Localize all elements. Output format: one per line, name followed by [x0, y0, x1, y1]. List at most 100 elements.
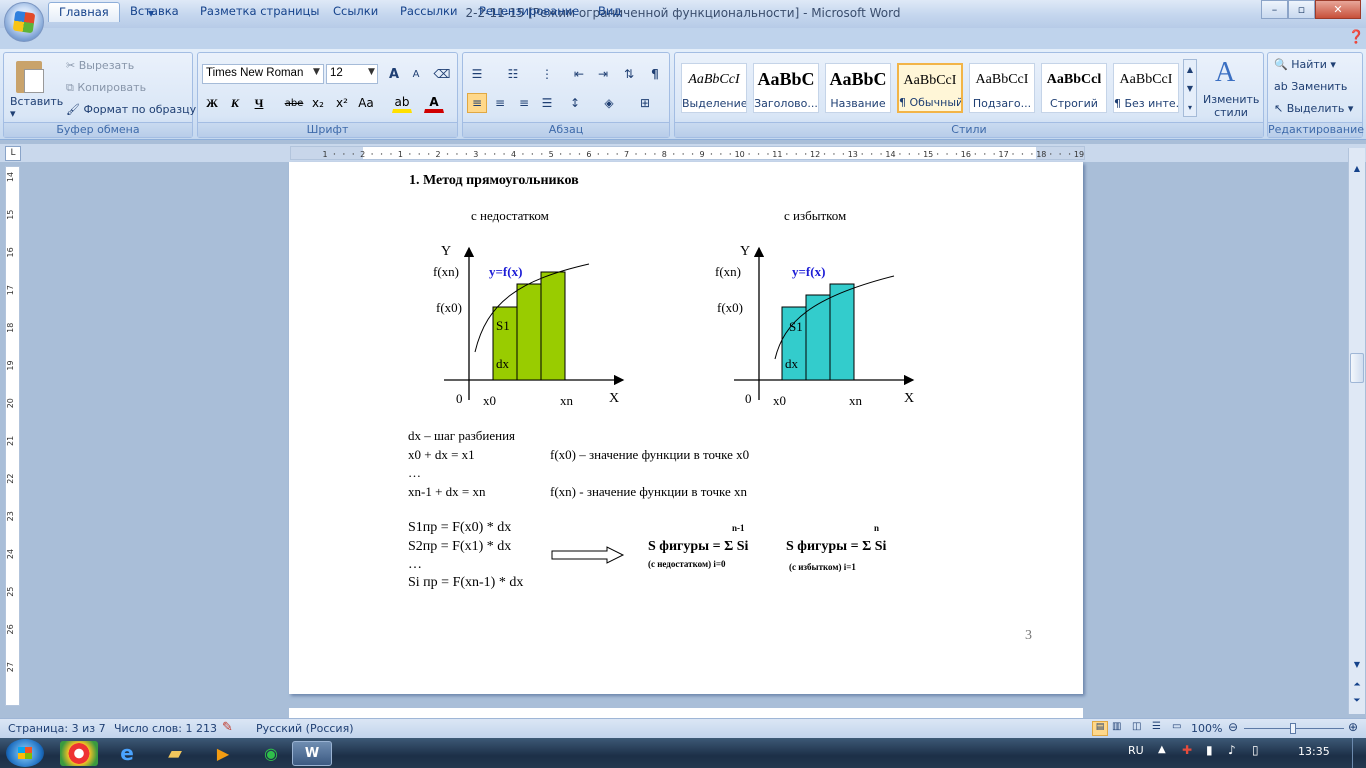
shading-icon[interactable]: ◈	[599, 93, 619, 113]
paste-button[interactable]: Вставить	[10, 95, 63, 108]
office-button[interactable]	[4, 2, 44, 42]
highlight-icon[interactable]: ab	[392, 93, 412, 113]
styles-scroll-icon[interactable]: ▲ ▼ ▾	[1183, 59, 1197, 117]
close-button[interactable]: ✕	[1315, 0, 1361, 19]
show-marks-button[interactable]: ¶	[645, 64, 665, 84]
italic-button[interactable]: К	[225, 93, 245, 113]
zoom-level[interactable]: 100%	[1191, 722, 1222, 735]
network-icon[interactable]: ▮	[1206, 743, 1213, 757]
horizontal-ruler[interactable]: 1 2 1 2 3 4 5 6 7 8 9 10 11 12 13 14 15 16 17 18 19	[290, 146, 1085, 160]
sort-icon[interactable]: ⇅	[619, 64, 639, 84]
word-taskbar-button[interactable]: W	[292, 741, 332, 766]
ruler-label: 11	[772, 150, 782, 159]
scroll-thumb[interactable]	[1350, 353, 1364, 383]
select-button[interactable]: ↖ Выделить ▾	[1274, 102, 1353, 115]
utorrent-icon[interactable]: ◉	[252, 741, 290, 766]
scroll-down-icon[interactable]: ▼	[1350, 660, 1364, 669]
font-family-select[interactable]: Times New Roman	[202, 64, 324, 84]
document-page[interactable]: 1. Метод прямоугольников с недостатком с…	[289, 162, 1083, 694]
zoom-in-icon[interactable]: ⊕	[1348, 720, 1358, 734]
tray-arrow-icon[interactable]: ▲	[1158, 744, 1166, 755]
justify-icon[interactable]: ☰	[537, 93, 557, 113]
shrink-font-button[interactable]: A	[406, 64, 426, 84]
tab-mailings[interactable]: Рассылки	[390, 2, 467, 22]
volume-icon[interactable]: ♪	[1228, 743, 1236, 757]
line-spacing-icon[interactable]: ↕	[565, 93, 585, 113]
tab-page-layout[interactable]: Разметка страницы	[190, 2, 329, 22]
copy-button[interactable]: ⧉ Копировать	[66, 81, 146, 95]
font-family-dropdown-icon[interactable]: ▼	[313, 67, 320, 77]
font-size-dropdown-icon[interactable]: ▼	[368, 67, 375, 77]
superscript-button[interactable]: x²	[332, 93, 352, 113]
tab-view[interactable]: Вид	[588, 2, 631, 22]
tab-insert[interactable]: Вставка	[120, 2, 189, 22]
multilevel-list-icon[interactable]: ⋮	[537, 64, 557, 84]
help-icon[interactable]: ❓	[1348, 30, 1364, 45]
show-desktop-button[interactable]	[1352, 738, 1366, 768]
right-func-label: y=f(x)	[792, 264, 826, 279]
subscript-button[interactable]: x₂	[308, 93, 328, 113]
align-left-icon[interactable]: ≡	[467, 93, 487, 113]
font-color-button[interactable]: A	[424, 93, 444, 113]
language-indicator[interactable]: Русский (Россия)	[256, 722, 354, 735]
minimize-button[interactable]: –	[1261, 0, 1288, 19]
page-number: 3	[1025, 628, 1032, 643]
increase-indent-icon[interactable]: ⇥	[593, 64, 613, 84]
word-count[interactable]: Число слов: 1 213	[114, 722, 217, 735]
strikethrough-button[interactable]: abe	[284, 93, 304, 113]
paste-icon[interactable]	[12, 59, 50, 95]
zoom-out-icon[interactable]: ⊖	[1228, 720, 1238, 734]
style-heading[interactable]: AaBbC Заголово...	[753, 63, 819, 113]
tab-selector[interactable]: L	[5, 146, 21, 161]
page-counter[interactable]: Страница: 3 из 7	[8, 722, 106, 735]
media-player-icon[interactable]: ▶	[204, 741, 242, 766]
format-painter-button[interactable]: 🖌 Формат по образцу	[66, 103, 196, 116]
bold-button[interactable]: Ж	[202, 93, 222, 113]
tab-references[interactable]: Ссылки	[323, 2, 388, 22]
next-page-icon[interactable]: ⏷	[1350, 696, 1364, 706]
explorer-icon[interactable]: ▰	[156, 741, 194, 766]
zoom-slider-thumb[interactable]	[1290, 723, 1296, 734]
proofing-icon[interactable]: ✎	[222, 720, 233, 735]
vertical-ruler-label: 17	[6, 285, 15, 295]
input-language[interactable]: RU	[1128, 744, 1144, 757]
borders-icon[interactable]: ⊞	[635, 93, 655, 113]
align-center-icon[interactable]: ≡	[490, 93, 510, 113]
outline-icon[interactable]: ☰	[1152, 721, 1161, 732]
grow-font-button[interactable]: A	[384, 64, 404, 84]
style-subtitle[interactable]: AaBbCcI Подзаго...	[969, 63, 1035, 113]
style-title[interactable]: AaBbC Название	[825, 63, 891, 113]
prev-page-icon[interactable]: ⏶	[1350, 680, 1364, 690]
align-right-icon[interactable]: ≡	[514, 93, 534, 113]
ruler-tick	[578, 153, 581, 155]
style-normal[interactable]: AaBbCcI ¶ Обычный	[897, 63, 963, 113]
numbering-icon[interactable]: ☷	[503, 64, 523, 84]
decrease-indent-icon[interactable]: ⇤	[569, 64, 589, 84]
style-emphasis[interactable]: AaBbCcI Выделение	[681, 63, 747, 113]
scroll-up-icon[interactable]: ▲	[1350, 164, 1364, 173]
vertical-ruler[interactable]: 14 15 16 17 18 19 20 21 22 23 24 25 26 27	[5, 166, 20, 706]
chrome-icon[interactable]	[60, 741, 98, 766]
bullets-icon[interactable]: ☰	[467, 64, 487, 84]
tab-review[interactable]: Рецензирование	[469, 2, 589, 22]
style-strong[interactable]: AaBbCcl Строгий	[1041, 63, 1107, 113]
find-button[interactable]: 🔍 Найти ▾	[1274, 58, 1336, 71]
draft-icon[interactable]: ▭	[1172, 721, 1181, 732]
ie-icon[interactable]: e	[108, 741, 146, 766]
style-no-spacing[interactable]: AaBbCcI ¶ Без инте...	[1113, 63, 1179, 113]
change-styles-button[interactable]: A Изменить стили	[1203, 57, 1259, 119]
clear-format-icon[interactable]: ⌫	[432, 64, 452, 84]
start-button[interactable]	[6, 739, 44, 767]
full-screen-icon[interactable]: ▥	[1112, 721, 1121, 732]
vertical-scrollbar[interactable]: ▲ ▼ ⏶ ⏷	[1348, 148, 1365, 714]
web-layout-icon[interactable]: ◫	[1132, 721, 1141, 732]
maximize-button[interactable]: ▫	[1288, 0, 1315, 19]
tab-home[interactable]: Главная	[48, 2, 120, 22]
underline-button[interactable]: Ч	[249, 93, 269, 113]
print-layout-icon[interactable]: ▤	[1092, 721, 1108, 736]
power-icon[interactable]: ▯	[1252, 743, 1259, 757]
tray-app-icon[interactable]: ✚	[1182, 743, 1192, 757]
change-case-button[interactable]: Aa	[356, 93, 376, 113]
replace-button[interactable]: ab Заменить	[1274, 80, 1347, 93]
cut-button[interactable]: ✂ Вырезать	[66, 59, 134, 72]
